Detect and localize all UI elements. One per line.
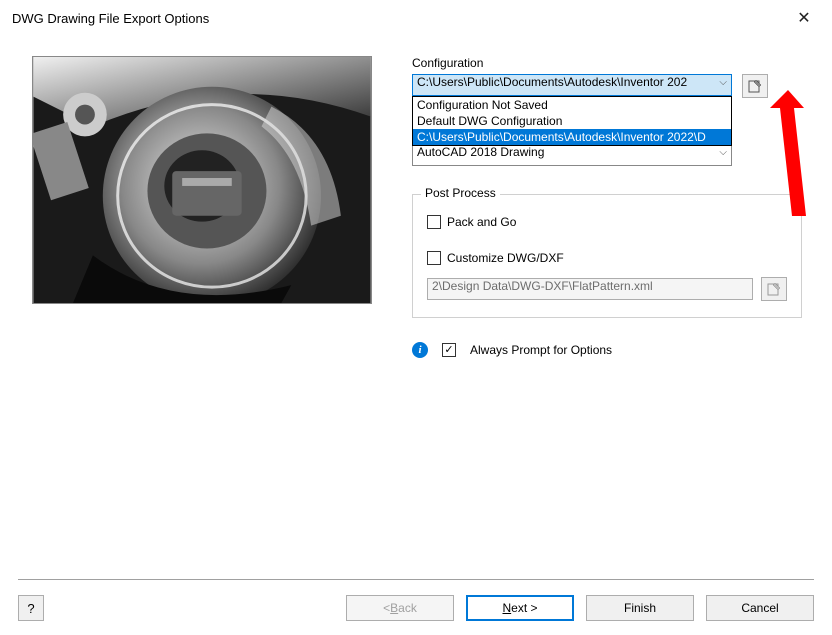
always-prompt-checkbox[interactable]: ✓ bbox=[442, 343, 456, 357]
customize-path-input: 2\Design Data\DWG-DXF\FlatPattern.xml bbox=[427, 278, 753, 300]
configuration-label: Configuration bbox=[412, 56, 804, 70]
browse-icon bbox=[747, 78, 763, 94]
cancel-button[interactable]: Cancel bbox=[706, 595, 814, 621]
configuration-selected-value: C:\Users\Public\Documents\Autodesk\Inven… bbox=[417, 75, 687, 89]
pack-and-go-label: Pack and Go bbox=[447, 215, 516, 229]
post-process-group: Post Process Pack and Go Customize DWG/D… bbox=[412, 194, 802, 318]
info-icon[interactable]: i bbox=[412, 342, 428, 358]
pack-and-go-checkbox[interactable] bbox=[427, 215, 441, 229]
config-option-default[interactable]: Default DWG Configuration bbox=[413, 113, 731, 129]
configuration-dropdown[interactable]: C:\Users\Public\Documents\Autodesk\Inven… bbox=[412, 74, 732, 96]
browse-config-button[interactable] bbox=[742, 74, 768, 98]
close-button[interactable]: ✕ bbox=[788, 8, 820, 28]
file-version-dropdown[interactable]: AutoCAD 2018 Drawing ⌵ bbox=[412, 144, 732, 166]
back-button: < Back bbox=[346, 595, 454, 621]
help-button[interactable]: ? bbox=[18, 595, 44, 621]
next-button[interactable]: Next > bbox=[466, 595, 574, 621]
customize-dwg-label: Customize DWG/DXF bbox=[447, 251, 564, 265]
post-process-legend: Post Process bbox=[421, 186, 500, 200]
file-version-value: AutoCAD 2018 Drawing bbox=[417, 145, 544, 159]
browse-customize-button[interactable] bbox=[761, 277, 787, 301]
window-title: DWG Drawing File Export Options bbox=[12, 11, 788, 26]
always-prompt-label: Always Prompt for Options bbox=[470, 343, 612, 357]
config-option-path[interactable]: C:\Users\Public\Documents\Autodesk\Inven… bbox=[413, 129, 731, 145]
configuration-dropdown-list[interactable]: Configuration Not Saved Default DWG Conf… bbox=[412, 96, 732, 146]
browse-icon bbox=[766, 281, 782, 297]
config-option-not-saved[interactable]: Configuration Not Saved bbox=[413, 97, 731, 113]
preview-image bbox=[32, 56, 372, 304]
chevron-down-icon: ⌵ bbox=[719, 147, 727, 158]
help-icon: ? bbox=[27, 601, 34, 616]
footer-separator bbox=[18, 579, 814, 581]
chevron-down-icon: ⌵ bbox=[719, 77, 727, 88]
customize-dwg-checkbox[interactable] bbox=[427, 251, 441, 265]
finish-button[interactable]: Finish bbox=[586, 595, 694, 621]
